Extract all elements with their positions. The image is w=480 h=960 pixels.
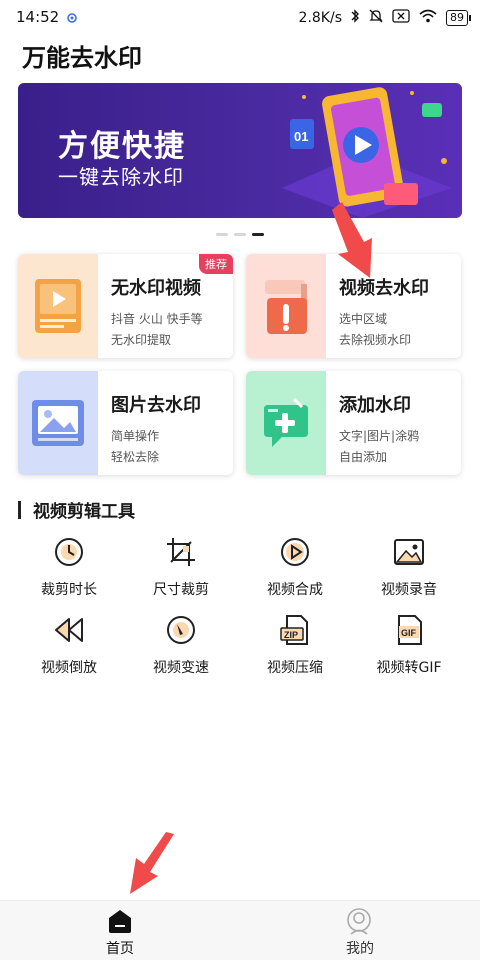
bluetooth-icon <box>350 8 360 28</box>
status-bar: 14:52 2.8K/s 89 <box>0 0 480 34</box>
paint-roller-icon <box>265 280 307 334</box>
section-title: 视频剪辑工具 <box>33 502 135 522</box>
banner-art-number: 01 <box>294 129 308 144</box>
tool-video-speed[interactable]: 视频变速 <box>126 614 236 680</box>
page-title: 万能去水印 <box>22 44 142 72</box>
pagination-dot <box>216 233 228 236</box>
mute-bell-icon <box>368 8 384 28</box>
card-icon-box <box>246 254 326 358</box>
bottom-navigation: 首页 我的 <box>0 900 480 960</box>
recommend-badge: 推荐 <box>199 254 233 274</box>
card-icon-box <box>18 254 98 358</box>
card-video-remove-watermark[interactable]: 视频去水印 选中区域 去除视频水印 <box>246 254 461 358</box>
pagination-dot-active <box>252 233 264 236</box>
tool-video-to-gif[interactable]: GIF 视频转GIF <box>354 614 464 680</box>
section-accent-bar <box>18 500 21 519</box>
promo-banner[interactable]: 方便快捷 一键去除水印 01 <box>18 83 462 218</box>
nav-mine-label: 我的 <box>346 941 374 957</box>
tool-crop-size[interactable]: 尺寸裁剪 <box>126 536 236 602</box>
card-description: 自由添加 <box>339 450 388 464</box>
picture-icon <box>32 400 84 446</box>
nav-mine[interactable]: 我的 <box>240 901 480 960</box>
add-watermark-icon <box>264 397 308 447</box>
card-description: 简单操作 <box>111 429 160 443</box>
card-description: 选中区域 <box>339 312 388 326</box>
nav-home[interactable]: 首页 <box>0 901 240 960</box>
card-description: 文字|图片|涂鸦 <box>339 429 420 443</box>
section-header: 视频剪辑工具 <box>18 497 135 522</box>
sync-icon <box>66 10 78 29</box>
card-icon-box <box>246 371 326 475</box>
status-time: 14:52 <box>16 8 60 26</box>
tool-label: 视频合成 <box>267 582 323 598</box>
gif-icon: GIF <box>398 615 422 645</box>
card-description: 轻松去除 <box>111 450 160 464</box>
card-title: 图片去水印 <box>111 395 201 416</box>
gif-icon-text: GIF <box>401 628 417 638</box>
card-description: 无水印提取 <box>111 333 172 347</box>
card-no-watermark-video[interactable]: 无水印视频 抖音 火山 快手等 无水印提取 推荐 <box>18 254 233 358</box>
tool-label: 尺寸裁剪 <box>153 582 209 598</box>
user-profile-icon <box>347 908 371 935</box>
tool-label: 视频变速 <box>153 660 209 676</box>
banner-pagination <box>0 233 480 236</box>
phone-illustration-icon: 01 <box>282 87 452 218</box>
rewind-icon <box>55 618 83 642</box>
home-icon <box>109 910 131 933</box>
battery-indicator: 89 <box>446 10 471 26</box>
speed-dial-icon <box>167 616 195 644</box>
nav-home-label: 首页 <box>106 941 134 957</box>
tool-video-record[interactable]: 视频录音 <box>354 536 464 602</box>
pagination-dot <box>234 233 246 236</box>
tool-trim-duration[interactable]: 裁剪时长 <box>14 536 124 602</box>
banner-title: 方便快捷 <box>58 129 186 164</box>
card-add-watermark[interactable]: 添加水印 文字|图片|涂鸦 自由添加 <box>246 371 461 475</box>
card-icon-box <box>18 371 98 475</box>
card-title: 添加水印 <box>339 395 411 416</box>
crop-icon <box>167 538 195 566</box>
card-image-remove-watermark[interactable]: 图片去水印 简单操作 轻松去除 <box>18 371 233 475</box>
card-description: 抖音 火山 快手等 <box>111 312 203 326</box>
banner-subtitle: 一键去除水印 <box>58 165 184 189</box>
play-circle-icon <box>281 538 309 566</box>
annotation-arrow-icon <box>130 832 174 894</box>
tool-label: 裁剪时长 <box>41 582 97 598</box>
card-description: 去除视频水印 <box>339 333 412 347</box>
card-title: 无水印视频 <box>111 278 201 299</box>
image-icon <box>394 539 424 565</box>
clock-icon <box>55 538 83 566</box>
tool-video-compress[interactable]: ZIP 视频压缩 <box>240 614 350 680</box>
tool-label: 视频倒放 <box>41 660 97 676</box>
network-speed: 2.8K/s <box>298 10 342 26</box>
zip-icon: ZIP <box>280 615 308 645</box>
tool-video-merge[interactable]: 视频合成 <box>240 536 350 602</box>
card-title: 视频去水印 <box>339 278 429 299</box>
tool-label: 视频录音 <box>381 582 437 598</box>
tool-label: 视频转GIF <box>376 660 442 676</box>
no-sim-icon <box>392 9 410 27</box>
tool-video-reverse[interactable]: 视频倒放 <box>14 614 124 680</box>
zip-icon-text: ZIP <box>284 630 298 640</box>
status-indicators: 2.8K/s 89 <box>298 8 471 28</box>
wifi-icon <box>418 8 438 28</box>
tool-label: 视频压缩 <box>267 660 323 676</box>
video-player-icon <box>35 279 81 333</box>
